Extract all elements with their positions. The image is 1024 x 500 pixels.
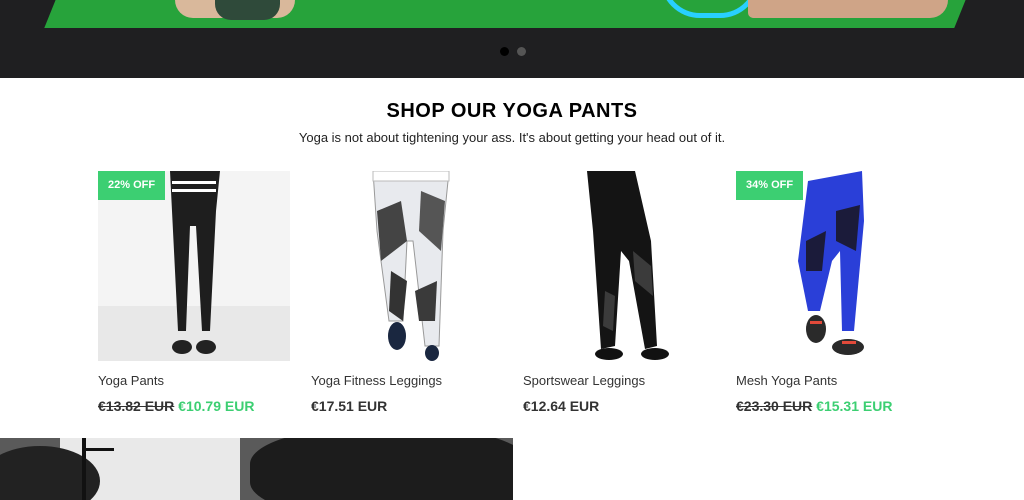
section-subtitle: Yoga is not about tightening your ass. I… (298, 130, 726, 145)
product-image[interactable]: 34% OFF (736, 171, 928, 361)
pants-illustration (587, 171, 669, 360)
hero-slider (0, 0, 1024, 78)
sale-price: €15.31 EUR (816, 398, 893, 414)
product-card[interactable]: 34% OFF Mesh Yoga Pants €23.30 EUR €15.3… (736, 171, 928, 414)
discount-badge: 34% OFF (736, 171, 804, 200)
product-image[interactable] (311, 171, 503, 361)
original-price: €23.30 EUR (736, 398, 813, 414)
sale-price: €10.79 EUR (178, 398, 255, 414)
section-title: SHOP OUR YOGA PANTS (386, 100, 638, 122)
slider-dot-1[interactable] (500, 47, 509, 56)
product-name[interactable]: Sportswear Leggings (523, 373, 715, 388)
regular-price: €12.64 EUR (523, 398, 600, 414)
product-price: €23.30 EUR €15.31 EUR (736, 398, 928, 414)
discount-badge: 22% OFF (98, 171, 166, 200)
product-card[interactable]: 22% OFF Yoga Pants €13.82 EUR €10.79 EUR (98, 171, 290, 414)
banner-image[interactable] (0, 438, 513, 500)
regular-price: €17.51 EUR (311, 398, 388, 414)
hero-image-shorts (215, 0, 280, 20)
product-price: €17.51 EUR (311, 398, 503, 414)
slider-dots (500, 47, 526, 56)
hero-image-figure-right (748, 0, 948, 18)
product-name[interactable]: Yoga Fitness Leggings (311, 373, 503, 388)
product-price: €12.64 EUR (523, 398, 715, 414)
product-name[interactable]: Mesh Yoga Pants (736, 373, 928, 388)
product-price: €13.82 EUR €10.79 EUR (98, 398, 290, 414)
original-price: €13.82 EUR (98, 398, 175, 414)
product-card[interactable]: Sportswear Leggings €12.64 EUR (523, 171, 715, 414)
pants-illustration (372, 171, 450, 361)
product-name[interactable]: Yoga Pants (98, 373, 290, 388)
product-image[interactable]: 22% OFF (98, 171, 290, 361)
product-image[interactable] (523, 171, 715, 361)
slider-dot-2[interactable] (517, 47, 526, 56)
product-card[interactable]: Yoga Fitness Leggings €17.51 EUR (311, 171, 503, 414)
